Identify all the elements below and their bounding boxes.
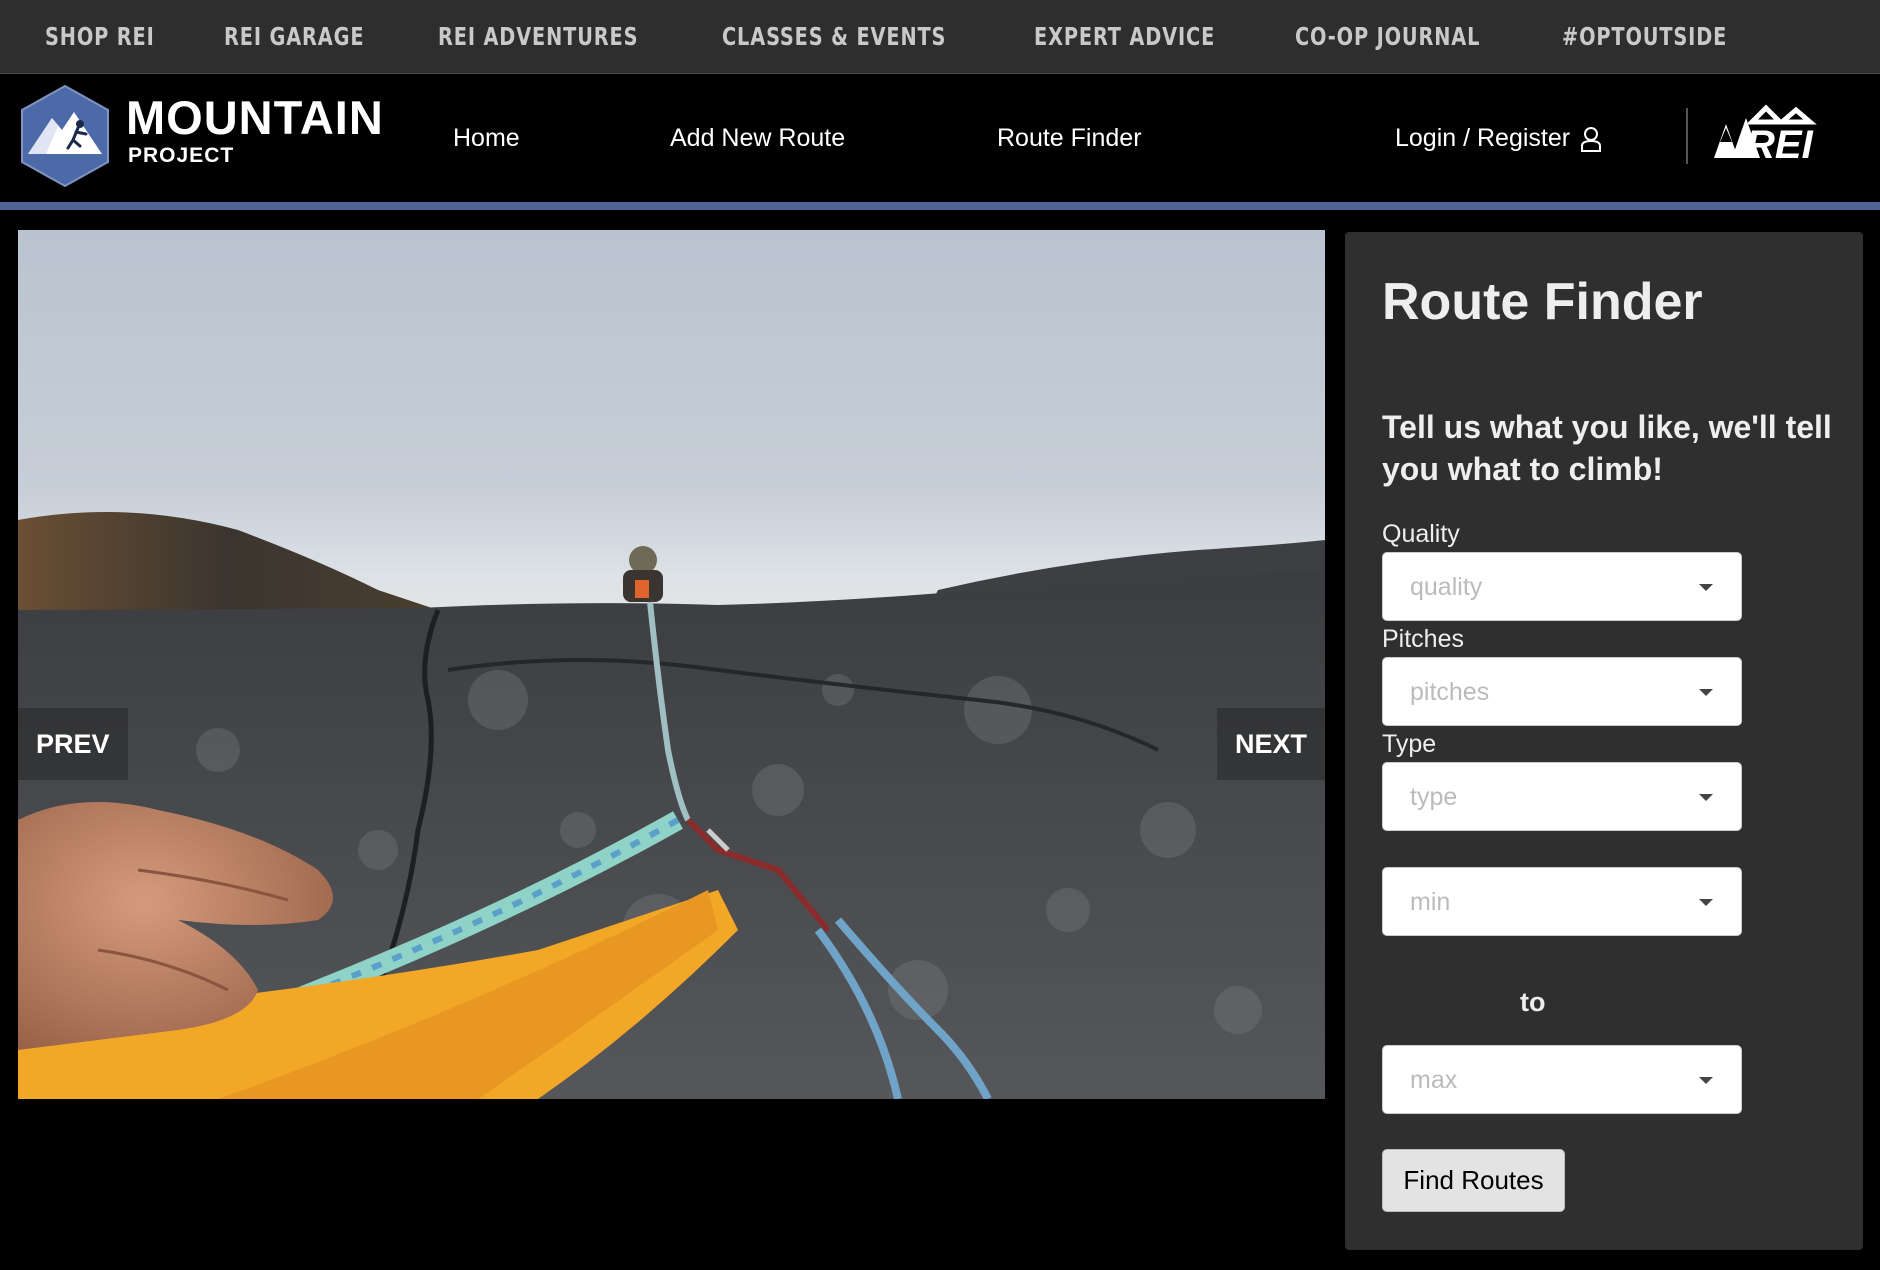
rei-link-expert-advice[interactable]: EXPERT ADVICE (1034, 22, 1215, 51)
rei-link-garage[interactable]: REI GARAGE (224, 22, 364, 51)
rei-link-optoutside[interactable]: #OPTOUTSIDE (1562, 22, 1727, 51)
site-header: MOUNTAIN PROJECT Home Add New Route Rout… (0, 74, 1880, 203)
chevron-down-icon (1699, 584, 1713, 591)
chevron-down-icon (1699, 1077, 1713, 1084)
type-label: Type (1382, 730, 1437, 758)
quality-label: Quality (1382, 520, 1460, 548)
route-finder-title: Route Finder (1382, 273, 1703, 331)
rei-logo-text: REI (1746, 123, 1814, 162)
min-placeholder: min (1410, 888, 1451, 916)
chevron-down-icon (1699, 689, 1713, 696)
user-icon (1581, 126, 1602, 152)
rei-link-classes-events[interactable]: CLASSES & EVENTS (722, 22, 946, 51)
rei-logo-icon[interactable]: REI (1712, 102, 1832, 162)
find-routes-button[interactable]: Find Routes (1382, 1149, 1565, 1212)
type-select[interactable]: type (1382, 762, 1742, 831)
carousel-next-button[interactable]: NEXT (1216, 708, 1325, 780)
login-register-link[interactable]: Login / Register (1395, 124, 1602, 153)
chevron-down-icon (1699, 899, 1713, 906)
grade-min-select[interactable]: min (1382, 867, 1742, 936)
climbing-photo (18, 512, 1325, 1099)
mountain-project-logo-icon[interactable] (18, 84, 112, 188)
chevron-down-icon (1699, 794, 1713, 801)
nav-add-new-route[interactable]: Add New Route (670, 124, 845, 153)
login-label: Login / Register (1395, 124, 1571, 152)
type-placeholder: type (1410, 783, 1458, 811)
nav-route-finder[interactable]: Route Finder (997, 124, 1142, 153)
carousel-prev-button[interactable]: PREV (18, 708, 128, 780)
range-to-label: to (1520, 987, 1546, 1017)
hero-carousel: PREV NEXT (18, 230, 1325, 1099)
max-placeholder: max (1410, 1066, 1458, 1094)
pitches-placeholder: pitches (1410, 678, 1490, 706)
logo-title[interactable]: MOUNTAIN (126, 94, 384, 141)
quality-select[interactable]: quality (1382, 552, 1742, 621)
quality-placeholder: quality (1410, 573, 1483, 601)
pitches-select[interactable]: pitches (1382, 657, 1742, 726)
pitches-label: Pitches (1382, 625, 1464, 653)
route-finder-tagline: Tell us what you like, we'll tell you wh… (1382, 409, 1832, 487)
logo-subtitle[interactable]: PROJECT (128, 145, 234, 166)
header-accent-stripe (0, 202, 1880, 210)
grade-max-select[interactable]: max (1382, 1045, 1742, 1114)
rei-link-coop-journal[interactable]: CO-OP JOURNAL (1295, 22, 1480, 51)
climber (623, 546, 663, 602)
rei-link-adventures[interactable]: REI ADVENTURES (438, 22, 638, 51)
route-finder-panel: Route Finder Tell us what you like, we'l… (1345, 232, 1863, 1250)
rei-link-shop[interactable]: SHOP REI (45, 22, 155, 51)
rei-top-bar: SHOP REI REI GARAGE REI ADVENTURES CLASS… (0, 0, 1880, 74)
nav-home[interactable]: Home (453, 124, 520, 153)
header-divider (1686, 108, 1688, 164)
